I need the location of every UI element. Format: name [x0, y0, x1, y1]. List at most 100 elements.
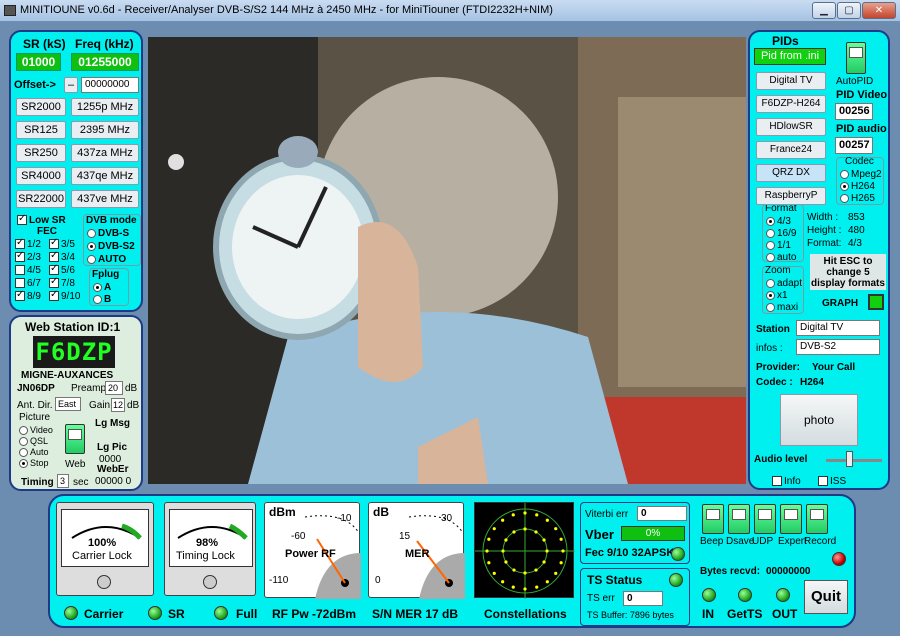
quit-button[interactable]: Quit	[804, 580, 848, 614]
zoom-radio[interactable]: maxi	[766, 301, 798, 313]
pid-audio-field[interactable]: 00257	[835, 137, 873, 154]
photo-button[interactable]: photo	[780, 394, 858, 446]
toggle-switch[interactable]	[754, 504, 776, 534]
fec-checkbox[interactable]: 9/10	[49, 289, 80, 302]
fec-checkbox[interactable]: 1/2	[15, 237, 41, 250]
rf-scale-min: -110	[269, 575, 289, 586]
format-radio[interactable]: 1/1	[766, 239, 791, 251]
autopid-switch[interactable]	[846, 42, 866, 74]
fec-checkbox[interactable]: 6/7	[15, 277, 41, 289]
maximize-button[interactable]: ▢	[837, 2, 861, 19]
offset-minus-button[interactable]: –	[64, 77, 78, 93]
preset-button[interactable]: F6DZP-H264	[756, 95, 826, 113]
dvb-mode-radio[interactable]: AUTO	[87, 253, 126, 265]
station-header: Web Station ID:1	[25, 320, 121, 334]
vber-bar: 0%	[621, 526, 685, 541]
toggle-switch[interactable]	[728, 504, 750, 534]
close-button[interactable]: ✕	[862, 2, 896, 19]
freq-preset-button[interactable]: 1255p MHz	[71, 98, 139, 116]
pid-from-ini-button[interactable]: Pid from .ini	[754, 48, 826, 65]
fec-checkbox[interactable]: 7/8	[49, 276, 75, 289]
freq-preset-button[interactable]: 2395 MHz	[71, 121, 139, 139]
offset-field[interactable]: 00000000	[81, 77, 139, 93]
freq-display[interactable]: 01255000	[71, 53, 139, 71]
video-display[interactable]	[148, 37, 746, 484]
fec-checkbox[interactable]: 4/5	[15, 264, 41, 276]
infos-field[interactable]: DVB-S2	[796, 339, 880, 355]
gain-field[interactable]: 12	[111, 398, 125, 412]
fplug-b-radio[interactable]: B	[93, 293, 111, 305]
out-label: OUT	[772, 607, 798, 621]
pid-video-field[interactable]: 00256	[835, 103, 873, 120]
carrier-knob	[97, 575, 111, 589]
picture-radio[interactable]: Stop	[19, 457, 49, 469]
fec-checkbox[interactable]: 3/5	[49, 237, 75, 250]
sr-preset-button[interactable]: SR250	[16, 144, 66, 162]
format-radio[interactable]: 4/3	[766, 215, 791, 227]
viterbi-box: Viterbi err 0 Vber 0% Fec 9/10 32APSK	[580, 502, 690, 564]
antdir-field[interactable]: East	[55, 397, 81, 411]
graph-toggle[interactable]	[868, 294, 884, 310]
codec-info-label: Codec :	[756, 377, 793, 388]
codec-radio[interactable]: H264	[840, 180, 875, 192]
zoom-radio[interactable]: adapt	[766, 277, 802, 289]
sr-preset-button[interactable]: SR22000	[16, 190, 66, 208]
carrier-vu: 100% Carrier Lock	[61, 509, 149, 567]
constellation-point	[542, 560, 546, 564]
sn-mer-readout: S/N MER 17 dB	[372, 607, 459, 621]
codec-radio[interactable]: H265	[840, 192, 875, 204]
lg-msg-label[interactable]: Lg Msg	[95, 418, 130, 429]
out-led	[776, 588, 790, 602]
dvb-mode-radio[interactable]: DVB-S	[87, 227, 129, 239]
sr-display[interactable]: 01000	[16, 53, 61, 71]
low-sr-checkbox[interactable]: Low SR	[17, 213, 66, 226]
fec-checkbox[interactable]: 3/4	[49, 250, 75, 263]
station-field[interactable]: Digital TV	[796, 320, 880, 336]
gain-label: Gain	[89, 400, 111, 411]
codec-radio[interactable]: Mpeg2	[840, 168, 882, 180]
info-checkbox[interactable]: Info	[772, 475, 801, 487]
sr-preset-button[interactable]: SR2000	[16, 98, 66, 116]
audio-level-slider[interactable]	[846, 451, 853, 467]
constellation-point	[487, 561, 491, 565]
timing-field[interactable]: 3	[57, 474, 69, 488]
format-info-label: Format:	[807, 238, 842, 249]
preset-button[interactable]: QRZ DX	[756, 164, 826, 182]
preset-button[interactable]: Digital TV	[756, 72, 826, 90]
getts-label: GetTS	[727, 607, 763, 621]
freq-preset-button[interactable]: 437qe MHz	[71, 167, 139, 185]
video-frame-image	[148, 37, 746, 484]
freq-preset-button[interactable]: 437za MHz	[71, 144, 139, 162]
db-label: dB	[373, 505, 389, 519]
format-radio[interactable]: auto	[766, 251, 796, 263]
constellation-point	[492, 527, 496, 531]
preset-button[interactable]: HDlowSR	[756, 118, 826, 136]
toggle-switch[interactable]	[780, 504, 802, 534]
window-title: MINITIOUNE v0.6d - Receiver/Analyser DVB…	[20, 4, 553, 16]
fec-checkbox[interactable]: 5/6	[49, 263, 75, 276]
iss-checkbox[interactable]: ISS	[818, 475, 846, 487]
toggle-label: Record	[804, 536, 837, 547]
preset-button[interactable]: France24	[756, 141, 826, 159]
fplug-a-radio[interactable]: A	[93, 281, 111, 293]
lg-pic-label[interactable]: Lg Pic	[97, 442, 127, 453]
mer-scale-max: 30	[441, 513, 453, 524]
minimize-button[interactable]: ▁	[812, 2, 836, 19]
constellation-point	[511, 585, 515, 589]
freq-preset-button[interactable]: 437ve MHz	[71, 190, 139, 208]
web-switch[interactable]	[65, 424, 85, 454]
format-radio[interactable]: 16/9	[766, 227, 796, 239]
timing-lock-meter: 98% Timing Lock	[164, 502, 256, 596]
fec-checkbox[interactable]: 8/9	[15, 289, 41, 302]
sr-preset-button[interactable]: SR4000	[16, 167, 66, 185]
sr-preset-button[interactable]: SR125	[16, 121, 66, 139]
toggle-switch[interactable]	[702, 504, 724, 534]
zoom-radio[interactable]: x1	[766, 289, 788, 301]
fec-checkbox[interactable]: 2/3	[15, 250, 41, 263]
preamp-label: Preamp	[71, 383, 107, 394]
preamp-field[interactable]: 20	[105, 381, 123, 395]
dvb-mode-radio[interactable]: DVB-S2	[87, 240, 135, 252]
preset-button[interactable]: RaspberryP	[756, 187, 826, 205]
toggle-switch[interactable]	[806, 504, 828, 534]
constellation-point	[501, 549, 505, 553]
